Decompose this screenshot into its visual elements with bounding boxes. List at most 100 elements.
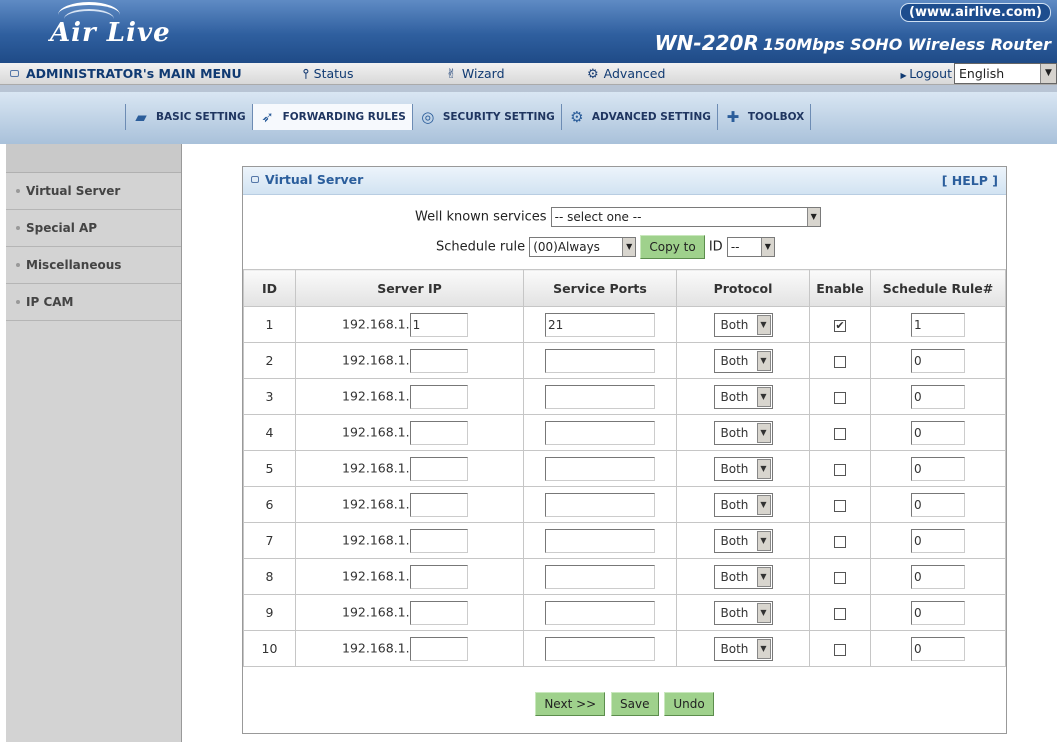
enable-cell bbox=[809, 378, 871, 415]
next-button[interactable]: Next >> bbox=[535, 692, 606, 716]
sidebar-item-special-ap[interactable]: Special AP bbox=[6, 210, 181, 247]
enable-checkbox[interactable] bbox=[834, 499, 846, 512]
service-ports-input[interactable]: 21 bbox=[545, 312, 655, 337]
ip-prefix: 192.168.1. bbox=[342, 460, 410, 475]
protocol-select[interactable]: Both ▼ bbox=[713, 528, 773, 553]
advanced-icon: ⚙ bbox=[587, 67, 599, 82]
tab-toolbox[interactable]: ✚ TOOLBOX bbox=[716, 104, 812, 130]
copy-to-button[interactable]: Copy to bbox=[640, 235, 705, 259]
server-ip-input[interactable]: 1 bbox=[409, 312, 468, 337]
header-protocol: Protocol bbox=[676, 269, 810, 307]
enable-checkbox[interactable]: ✔ bbox=[834, 319, 846, 332]
server-ip-input[interactable] bbox=[409, 636, 468, 661]
schedule-rule-input[interactable]: 0 bbox=[911, 384, 965, 409]
server-ip-input[interactable] bbox=[409, 384, 468, 409]
schedule-rule-input[interactable]: 0 bbox=[911, 456, 965, 481]
service-ports-input[interactable] bbox=[545, 492, 655, 517]
well-known-services-select[interactable]: -- select one -- ▼ bbox=[550, 207, 821, 227]
service-ports-input[interactable] bbox=[545, 528, 655, 553]
schedule-rule-input[interactable]: 0 bbox=[911, 528, 965, 553]
enable-checkbox[interactable] bbox=[834, 463, 846, 476]
protocol-select[interactable]: Both ▼ bbox=[713, 600, 773, 625]
service-ports-input[interactable] bbox=[545, 564, 655, 589]
schedule-rule-input[interactable]: 0 bbox=[911, 348, 965, 373]
protocol-select[interactable]: Both ▼ bbox=[713, 636, 773, 661]
protocol-value: Both bbox=[720, 353, 749, 368]
tab-advanced-setting[interactable]: ⚙ ADVANCED SETTING bbox=[560, 104, 717, 130]
server-ip-input[interactable] bbox=[409, 564, 468, 589]
schedule-rule-input[interactable]: 0 bbox=[911, 492, 965, 517]
server-ip-input[interactable] bbox=[409, 528, 468, 553]
row-id: 5 bbox=[243, 450, 296, 487]
schedule-rule-input[interactable]: 0 bbox=[911, 420, 965, 445]
site-url-badge[interactable]: (www.airlive.com) bbox=[900, 3, 1051, 22]
table-row: 7 192.168.1. Both ▼ 0 bbox=[243, 522, 1006, 559]
server-ip-input[interactable] bbox=[409, 420, 468, 445]
service-ports-input[interactable] bbox=[545, 456, 655, 481]
protocol-select[interactable]: Both ▼ bbox=[713, 456, 773, 481]
service-ports-input[interactable] bbox=[545, 636, 655, 661]
admin-main-menu[interactable]: ADMINISTRATOR's MAIN MENU bbox=[10, 66, 242, 81]
tab-label: ADVANCED SETTING bbox=[591, 111, 711, 123]
enable-checkbox[interactable] bbox=[834, 571, 846, 584]
enable-checkbox[interactable] bbox=[834, 427, 846, 440]
protocol-select[interactable]: Both ▼ bbox=[713, 348, 773, 373]
menu-status[interactable]: ⫯ Status bbox=[303, 66, 354, 82]
ip-prefix: 192.168.1. bbox=[342, 604, 410, 619]
protocol-select[interactable]: Both ▼ bbox=[713, 312, 773, 337]
protocol-cell: Both ▼ bbox=[676, 594, 810, 631]
tab-forwarding-rules[interactable]: ➶ FORWARDING RULES bbox=[251, 104, 412, 130]
copy-id-select[interactable]: -- ▼ bbox=[726, 237, 775, 257]
server-ip-input[interactable] bbox=[409, 492, 468, 517]
service-ports-input[interactable] bbox=[545, 384, 655, 409]
server-ip-cell: 192.168.1. 1 bbox=[295, 306, 524, 343]
tab-security-setting[interactable]: ◎ SECURITY SETTING bbox=[411, 104, 561, 130]
enable-cell bbox=[809, 414, 871, 451]
sidebar-item-virtual-server[interactable]: Virtual Server bbox=[6, 173, 181, 210]
protocol-select[interactable]: Both ▼ bbox=[713, 420, 773, 445]
server-ip-cell: 192.168.1. bbox=[295, 522, 524, 559]
help-link[interactable]: [ HELP ] bbox=[942, 173, 998, 188]
protocol-select[interactable]: Both ▼ bbox=[713, 384, 773, 409]
enable-checkbox[interactable] bbox=[834, 391, 846, 404]
service-ports-input[interactable] bbox=[545, 600, 655, 625]
sidebar-item-ip-cam[interactable]: IP CAM bbox=[6, 284, 181, 321]
schedule-rule-input[interactable]: 0 bbox=[911, 564, 965, 589]
language-select[interactable]: English ▼ bbox=[954, 63, 1057, 84]
protocol-select[interactable]: Both ▼ bbox=[713, 564, 773, 589]
menu-square-icon bbox=[10, 70, 19, 77]
service-ports-input[interactable] bbox=[545, 420, 655, 445]
schedule-rule-select[interactable]: (00)Always ▼ bbox=[529, 237, 637, 257]
ip-prefix: 192.168.1. bbox=[342, 352, 410, 367]
chevron-down-icon[interactable]: ▼ bbox=[1040, 64, 1056, 83]
model-name: WN-220R bbox=[654, 31, 759, 55]
server-ip-input[interactable] bbox=[409, 600, 468, 625]
sidebar-item-miscellaneous[interactable]: Miscellaneous bbox=[6, 247, 181, 284]
protocol-cell: Both ▼ bbox=[676, 558, 810, 595]
protocol-select[interactable]: Both ▼ bbox=[713, 492, 773, 517]
undo-button[interactable]: Undo bbox=[664, 692, 714, 716]
enable-checkbox[interactable] bbox=[834, 643, 846, 656]
enable-checkbox[interactable] bbox=[834, 535, 846, 548]
schedule-rule-cell: 0 bbox=[870, 414, 1006, 451]
server-ip-input[interactable] bbox=[409, 348, 468, 373]
enable-checkbox[interactable] bbox=[834, 607, 846, 620]
arrow-right-icon: ▶ bbox=[900, 71, 910, 80]
save-button[interactable]: Save bbox=[611, 692, 659, 716]
server-ip-cell: 192.168.1. bbox=[295, 450, 524, 487]
schedule-rule-input[interactable]: 0 bbox=[911, 636, 965, 661]
server-ip-cell: 192.168.1. bbox=[295, 594, 524, 631]
table-row: 6 192.168.1. Both ▼ 0 bbox=[243, 486, 1006, 523]
logout-link[interactable]: ▶ Logout bbox=[900, 66, 952, 81]
menu-advanced[interactable]: ⚙ Advanced bbox=[587, 66, 665, 82]
service-ports-input[interactable] bbox=[545, 348, 655, 373]
schedule-rule-input[interactable]: 1 bbox=[911, 312, 965, 337]
tab-basic-setting[interactable]: ▰ BASIC SETTING bbox=[125, 104, 252, 130]
schedule-rule-value: (00)Always bbox=[533, 240, 600, 254]
menu-wizard[interactable]: ✌ Wizard bbox=[446, 66, 505, 82]
bullet-icon bbox=[16, 263, 20, 267]
server-ip-input[interactable] bbox=[409, 456, 468, 481]
tab-label: FORWARDING RULES bbox=[282, 111, 406, 123]
enable-checkbox[interactable] bbox=[834, 355, 846, 368]
schedule-rule-input[interactable]: 0 bbox=[911, 600, 965, 625]
